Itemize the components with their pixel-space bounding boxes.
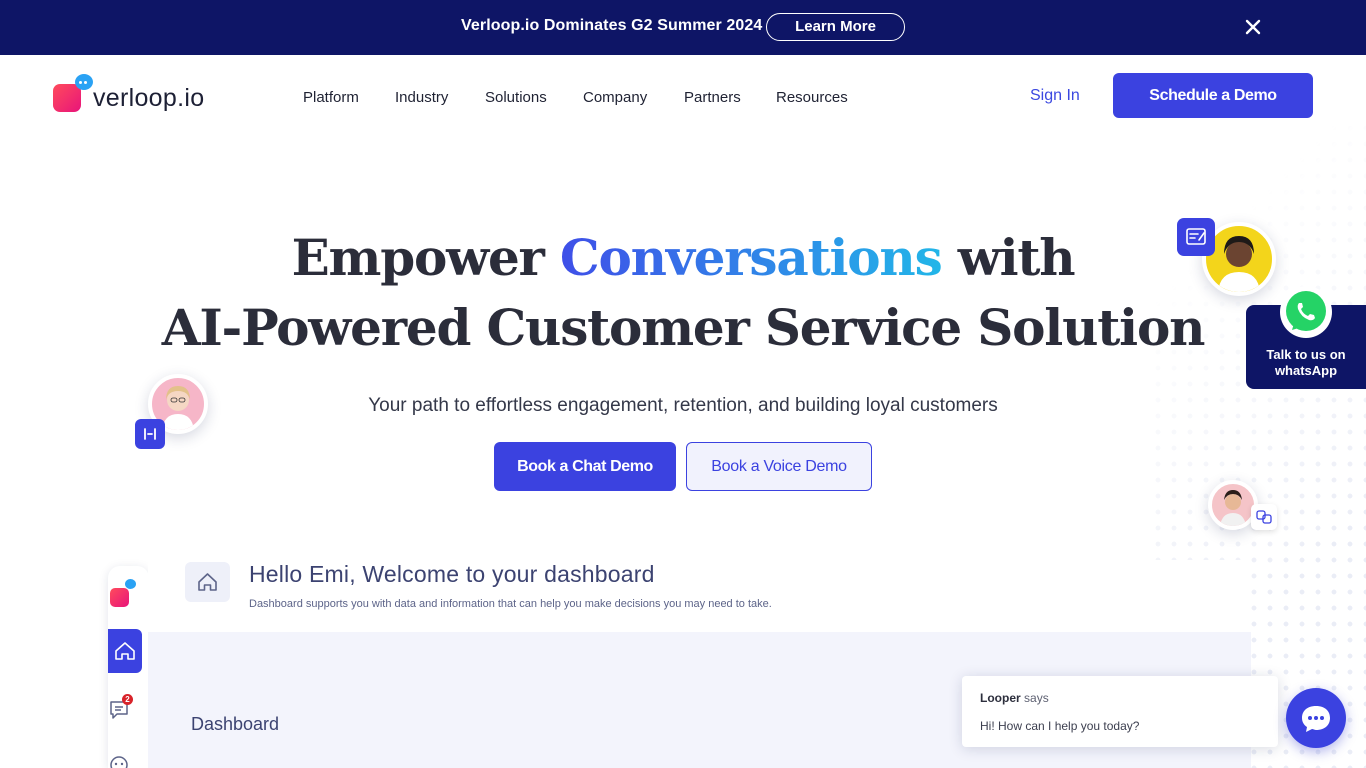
chat-agent-name: Looper bbox=[980, 691, 1021, 705]
voice-wave-tag bbox=[135, 419, 165, 449]
edit-form-icon bbox=[1186, 228, 1206, 245]
person-illustration-icon bbox=[1218, 236, 1260, 292]
translate-icon bbox=[1256, 510, 1272, 524]
translate-tag bbox=[1251, 504, 1277, 530]
notification-badge: 2 bbox=[122, 694, 133, 705]
dashboard-description: Dashboard supports you with data and inf… bbox=[249, 598, 772, 610]
logo-chat-bubble-icon bbox=[75, 74, 93, 90]
announcement-text: Verloop.io Dominates G2 Summer 2024 bbox=[461, 17, 763, 34]
sidebar-home-item[interactable] bbox=[108, 629, 142, 673]
book-chat-demo-button[interactable]: Book a Chat Demo bbox=[494, 442, 676, 491]
dashboard-sidebar: 2 bbox=[108, 566, 149, 768]
hero-heading-line1: Empower Conversations with bbox=[0, 228, 1366, 287]
dashboard-greeting: Hello Emi, Welcome to your dashboard bbox=[249, 561, 655, 587]
nav-industry[interactable]: Industry bbox=[395, 89, 448, 106]
whatsapp-icon[interactable] bbox=[1280, 286, 1332, 338]
sidebar-bot-item[interactable] bbox=[109, 755, 129, 768]
logo-square-icon bbox=[53, 84, 81, 112]
dashboard-home-tile bbox=[185, 562, 230, 602]
nav-company[interactable]: Company bbox=[583, 89, 647, 106]
hero-word-conversations: Conversations bbox=[559, 228, 943, 287]
home-icon bbox=[115, 642, 135, 660]
chat-message: Hi! How can I help you today? bbox=[980, 719, 1140, 733]
form-edit-tag bbox=[1177, 218, 1215, 256]
chat-greeting-card[interactable]: Looper says Hi! How can I help you today… bbox=[962, 676, 1278, 747]
hero-word-empower: Empower bbox=[291, 228, 545, 287]
sidebar-logo-bubble-icon bbox=[125, 579, 136, 589]
nav-solutions[interactable]: Solutions bbox=[485, 89, 547, 106]
whatsapp-glyph-icon bbox=[1286, 291, 1326, 331]
nav-partners[interactable]: Partners bbox=[684, 89, 741, 106]
announcement-bar: Verloop.io Dominates G2 Summer 2024 Lear… bbox=[0, 0, 1366, 55]
schedule-demo-button[interactable]: Schedule a Demo bbox=[1113, 73, 1313, 118]
hero-word-with: with bbox=[957, 228, 1076, 287]
dashboard-section-title: Dashboard bbox=[191, 714, 280, 734]
chat-bubble-icon bbox=[1302, 706, 1330, 732]
bot-icon bbox=[110, 756, 128, 768]
chat-launcher-button[interactable] bbox=[1286, 688, 1346, 748]
hero-heading-line2: AI-Powered Customer Service Solution bbox=[161, 298, 1206, 357]
nav-resources[interactable]: Resources bbox=[776, 89, 848, 106]
chat-says-label: says bbox=[1024, 691, 1049, 705]
learn-more-button[interactable]: Learn More bbox=[766, 13, 905, 41]
sign-in-link[interactable]: Sign In bbox=[1030, 87, 1080, 105]
book-voice-demo-button[interactable]: Book a Voice Demo bbox=[686, 442, 872, 491]
sidebar-messages-item[interactable]: 2 bbox=[108, 694, 142, 724]
home-icon bbox=[198, 573, 217, 591]
nav-platform[interactable]: Platform bbox=[303, 89, 359, 106]
whatsapp-label: Talk to us on whatsApp bbox=[1266, 347, 1346, 378]
close-icon[interactable] bbox=[1244, 18, 1262, 36]
sidebar-logo-icon bbox=[110, 588, 129, 607]
person-illustration-icon bbox=[1220, 490, 1246, 526]
chat-agent-line: Looper says bbox=[980, 691, 1049, 705]
logo-text: verloop.io bbox=[93, 84, 205, 112]
dashboard-header: Hello Emi, Welcome to your dashboard Das… bbox=[148, 560, 1251, 632]
verloop-logo[interactable]: verloop.io bbox=[53, 74, 223, 116]
audio-wave-icon bbox=[144, 428, 156, 440]
